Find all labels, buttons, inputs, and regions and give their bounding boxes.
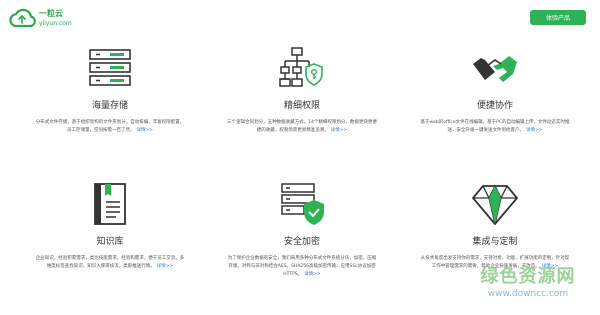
header: 一粒云 yliyun.com 体验产品 — [0, 0, 600, 40]
feature-integration: 集成与定制 从技术角度出发支持你的需求，支持对接，功能、扩展功能的定制，针对现工… — [405, 180, 585, 271]
feature-title: 海量存储 — [91, 101, 128, 111]
feature-security: 安全加密 为了保护企业数据的安全，我们采用多种分布式文件系统分块，加密，压缩存储… — [212, 180, 392, 279]
feature-permissions: 精细权限 三个逻辑合同划分，五种数据收藏方式，14个精细权限划分，数据更快更便捷… — [212, 44, 392, 135]
server-storage-icon — [89, 49, 131, 86]
feature-title: 便捷协作 — [476, 101, 513, 111]
details-link[interactable]: 详情>> — [526, 128, 543, 133]
security-shield-icon — [281, 183, 324, 225]
logo-name: 一粒云 — [39, 8, 63, 18]
handshake-icon — [473, 56, 517, 82]
try-product-button[interactable]: 体验产品 — [530, 10, 586, 25]
feature-desc: 三个逻辑合同划分，五种数据收藏方式，14个精细权限划分，数据更快更便捷的收藏，权… — [227, 120, 377, 133]
feature-desc: 基于web的office文件在线编辑，基于PC的自动编辑上传，文件动态实时推送，… — [420, 120, 570, 133]
feature-title: 精细权限 — [283, 101, 320, 111]
watermark-url: www.downcc.com — [487, 289, 569, 299]
feature-desc: 为了保护企业数据的安全，我们采用多种分布式文件系统分块，加密，压缩存储，对称与非… — [227, 256, 377, 277]
feature-storage: 海量存储 分布式文件存储，基于组织架构的文件夹划分，自动排编，丰富权限配置，员工… — [20, 44, 200, 135]
logo[interactable]: 一粒云 yliyun.com — [8, 6, 72, 30]
details-link[interactable]: 详情>> — [136, 128, 153, 133]
watermark-name: 绿色资源网 — [480, 266, 576, 287]
details-link[interactable]: 详情>> — [157, 264, 174, 269]
feature-collaboration: 便捷协作 基于web的office文件在线编辑，基于PC的自动编辑上传，文件动态… — [405, 44, 585, 135]
feature-knowledge-base: 知识库 企业知识，经验积累需求，类比技能需求，经验和需求，便于员工交流，多维度标… — [20, 180, 200, 271]
details-link[interactable]: 详情>> — [331, 128, 348, 133]
feature-desc: 企业知识，经验积累需求，类比技能需求，经验和需求，便于员工交流，多维度标签查找知… — [35, 256, 185, 269]
feature-title: 安全加密 — [283, 237, 320, 247]
permission-tree-icon — [279, 47, 323, 87]
book-icon — [94, 183, 126, 225]
feature-title: 集成与定制 — [472, 237, 518, 247]
diamond-icon — [472, 184, 518, 225]
feature-desc: 分布式文件存储，基于组织架构的文件夹划分，自动排编，丰富权限配置，员工存储量，空… — [35, 120, 185, 133]
details-link[interactable]: 详情>> — [304, 272, 321, 277]
feature-title: 知识库 — [96, 237, 124, 247]
logo-domain: yliyun.com — [39, 19, 72, 27]
cloud-logo-icon — [9, 8, 36, 28]
watermark: 绿色资源网 www.downcc.com — [458, 262, 598, 299]
